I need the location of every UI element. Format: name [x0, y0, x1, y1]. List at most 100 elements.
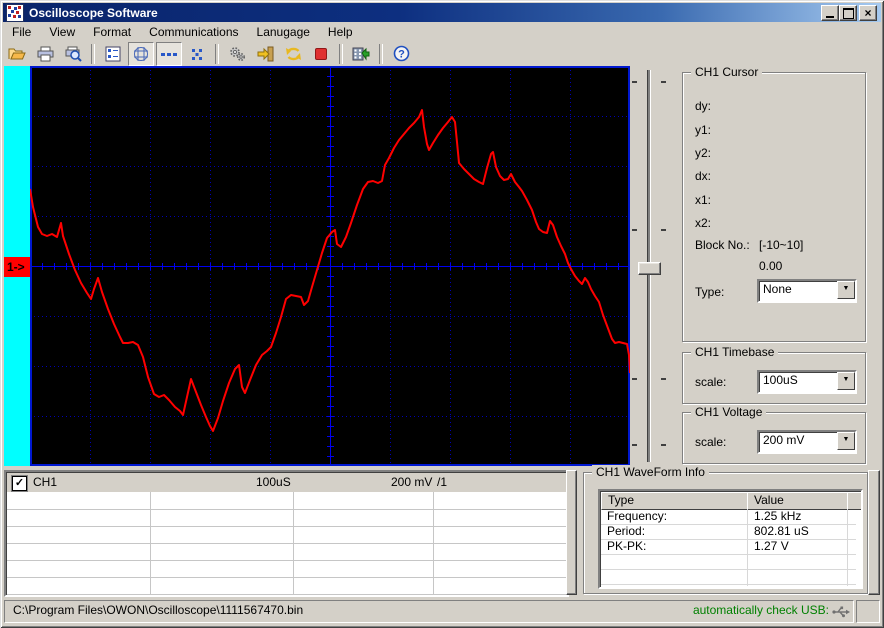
channel-list-icon [105, 46, 121, 61]
close-button[interactable]: × [859, 5, 877, 21]
dx-label: dx: [695, 169, 712, 183]
type-column-header[interactable]: Type [601, 492, 748, 510]
voltage-scale-dropdown[interactable]: 200 mV ▼ [757, 430, 857, 454]
open-file-button[interactable] [4, 42, 30, 66]
waveform-info-table: Type Value Frequency: 1.25 kHz Period: 8… [598, 489, 863, 589]
table-column-divider [847, 509, 848, 586]
minimize-button[interactable] [821, 5, 839, 21]
channel-list-empty-row[interactable] [7, 577, 566, 595]
help-button[interactable]: ? [388, 42, 414, 66]
stop-acquisition-button[interactable] [308, 42, 334, 66]
channel-voltage: 200 mV [391, 475, 433, 489]
y1-label: y1: [695, 123, 712, 137]
slider-tick [632, 229, 637, 231]
dropdown-arrow-icon[interactable]: ▼ [837, 432, 855, 450]
cursor-type-dropdown[interactable]: None ▼ [757, 279, 857, 303]
dot-display-button[interactable] [184, 42, 210, 66]
dy-label: dy: [695, 99, 712, 113]
connect-device-button[interactable] [252, 42, 278, 66]
slider-tick [632, 378, 637, 380]
scope-display [29, 66, 631, 466]
channel-list: ✓ CH1 100uS 200 mV /1 [4, 470, 569, 597]
slider-tick [632, 444, 637, 446]
title-bar: Oscilloscope Software × [3, 3, 881, 22]
trigger-slider-thumb[interactable] [638, 262, 661, 275]
line-display-button[interactable] [156, 41, 182, 66]
channel-row-ch1[interactable]: ✓ CH1 100uS 200 mV /1 [7, 473, 566, 492]
scope-axes [30, 66, 630, 466]
channel-list-empty-row[interactable] [7, 543, 566, 561]
menu-help[interactable]: Help [319, 24, 362, 40]
dropdown-arrow-icon[interactable]: ▼ [837, 281, 855, 299]
channel-timebase: 100uS [256, 475, 291, 489]
menu-language[interactable]: Lanugage [248, 24, 319, 40]
right-scrollbar-strip[interactable] [868, 470, 880, 595]
slider-tick [661, 81, 666, 83]
column-divider [433, 492, 434, 594]
slider-tick [661, 378, 666, 380]
svg-text:?: ? [398, 49, 405, 61]
waveform-info-title: CH1 WaveForm Info [592, 465, 709, 479]
export-data-button[interactable] [348, 42, 374, 66]
usb-status-text: automatically check USB: [692, 603, 829, 617]
list-scrollbar-strip[interactable] [566, 470, 577, 595]
ch1-checkbox[interactable]: ✓ [12, 476, 27, 491]
timebase-scale-value: 100uS [763, 373, 798, 387]
menu-view[interactable]: View [40, 24, 84, 40]
refresh-arrows-icon [285, 47, 301, 60]
menu-file[interactable]: File [3, 24, 40, 40]
slider-tick [661, 229, 666, 231]
column-divider [293, 492, 294, 594]
period-value: 802.81 uS [754, 524, 809, 538]
channel-list-empty-row[interactable] [7, 526, 566, 544]
printer-icon [37, 46, 53, 61]
channel-list-empty-row[interactable] [7, 509, 566, 527]
cursor-type-value: None [763, 282, 792, 296]
toolbar: ? [3, 41, 881, 66]
window-title: Oscilloscope Software [29, 5, 158, 20]
app-icon [6, 3, 24, 22]
channel-probe: /1 [437, 475, 448, 489]
ch1-timebase-panel: CH1 Timebase scale: 100uS ▼ [682, 345, 866, 404]
channel-list-empty-row[interactable] [7, 560, 566, 578]
app-window: Oscilloscope Software × File View Format… [0, 0, 884, 628]
menu-format[interactable]: Format [84, 24, 140, 40]
settings-button[interactable] [224, 42, 250, 66]
print-button[interactable] [32, 42, 58, 66]
timebase-scale-dropdown[interactable]: 100uS ▼ [757, 370, 857, 394]
toolbar-separator [379, 43, 383, 64]
print-preview-icon [65, 46, 82, 62]
channel-list-empty-row[interactable] [7, 492, 566, 510]
column-divider [150, 492, 151, 594]
value-column-header[interactable]: Value [747, 492, 848, 510]
spare-column-header [847, 492, 861, 510]
close-icon: × [864, 6, 872, 20]
channel-display-button[interactable] [100, 42, 126, 66]
frequency-value: 1.25 kHz [754, 509, 802, 523]
timebase-scale-label: scale: [695, 375, 727, 389]
table-row-empty [601, 554, 856, 570]
gears-icon [229, 46, 245, 61]
table-row-empty [601, 569, 856, 585]
slider-tick [661, 444, 666, 446]
channel-1-marker[interactable]: 1-> [4, 257, 33, 277]
ch1-voltage-title: CH1 Voltage [691, 405, 767, 419]
ch1-voltage-panel: CH1 Voltage scale: 200 mV ▼ [682, 405, 866, 464]
auto-refresh-button[interactable] [280, 42, 306, 66]
ch1-cursor-title: CH1 Cursor [691, 65, 763, 79]
print-preview-button[interactable] [60, 42, 86, 66]
type-label: Type: [695, 285, 725, 299]
voltage-scale-label: scale: [695, 435, 727, 449]
toolbar-separator [339, 43, 343, 64]
channel-name: CH1 [33, 475, 58, 489]
menu-communications[interactable]: Communications [140, 24, 247, 40]
block-number-value: 0.00 [759, 259, 783, 273]
dropdown-arrow-icon[interactable]: ▼ [837, 372, 855, 390]
block-range-value: [-10~10] [759, 238, 804, 252]
grid-display-button[interactable] [128, 41, 154, 66]
help-icon: ? [393, 45, 409, 62]
maximize-icon [842, 7, 854, 19]
maximize-button[interactable] [839, 5, 857, 21]
pkpk-label: PK-PK: [607, 539, 647, 553]
block-no-label: Block No.: [695, 238, 750, 252]
